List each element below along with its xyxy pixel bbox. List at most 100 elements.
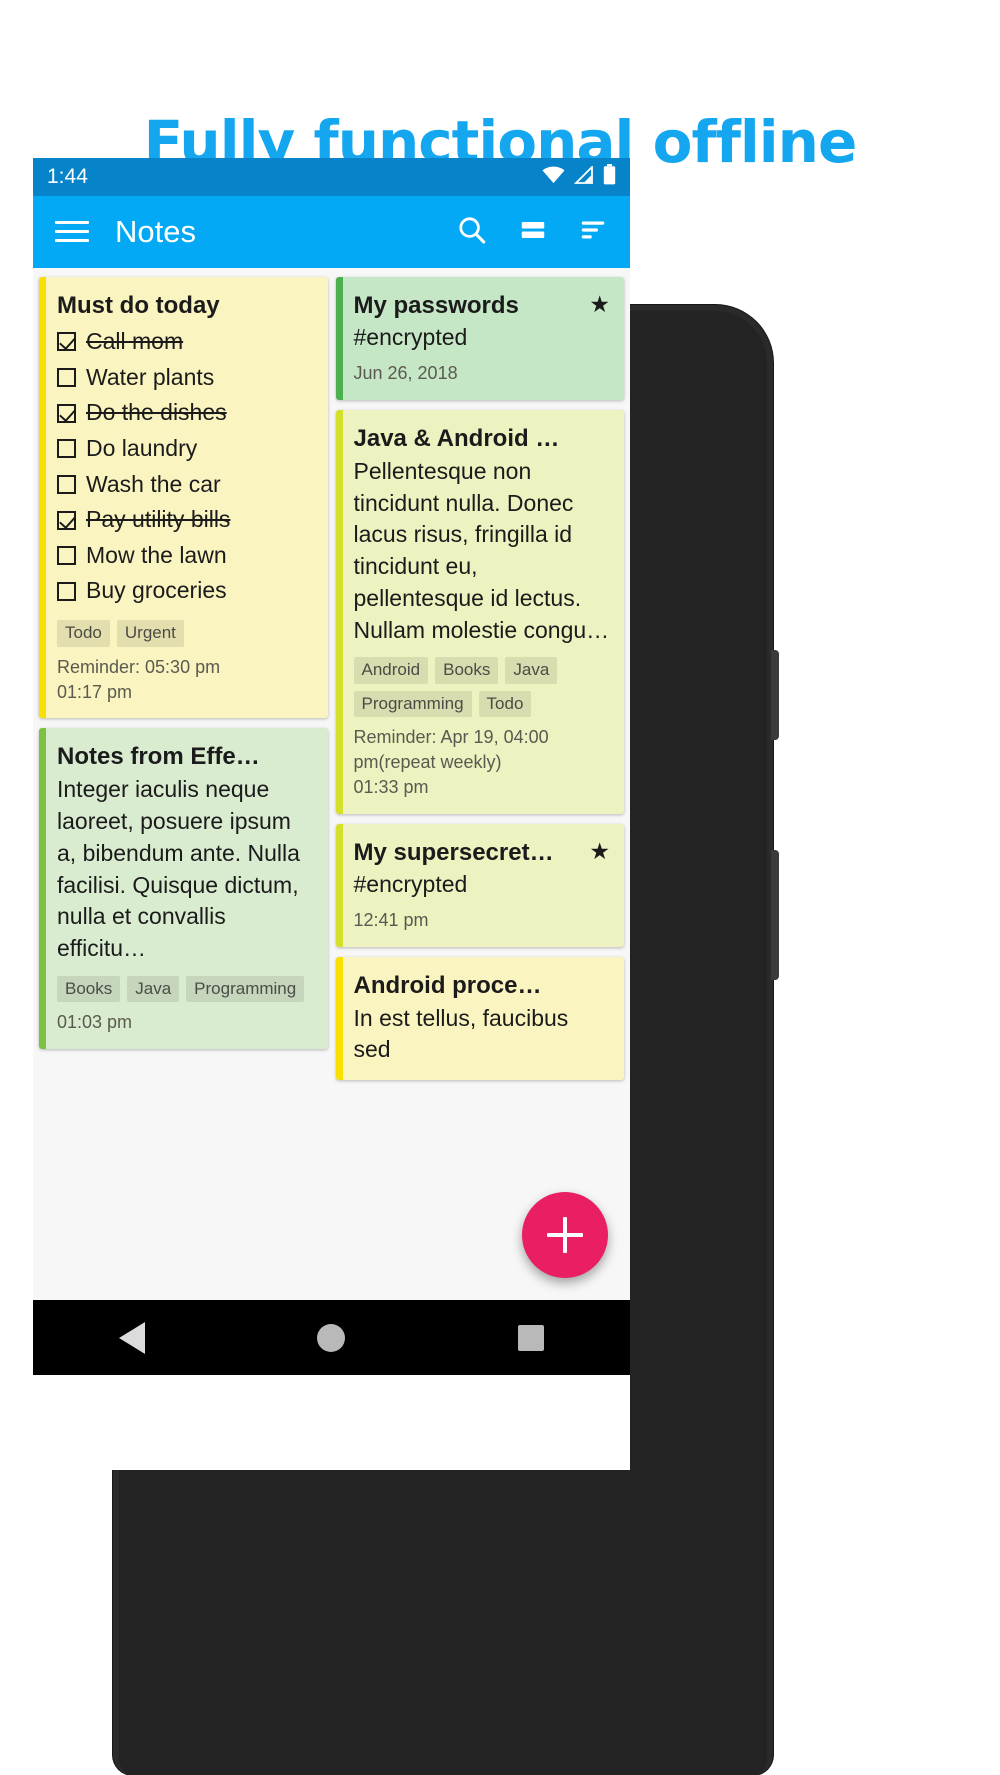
note-color-stripe	[335, 409, 343, 814]
tag-chip[interactable]: Programming	[186, 975, 305, 1003]
note-subtitle: #encrypted	[353, 870, 468, 897]
note-title: Android proce…	[353, 971, 542, 999]
note-timestamp: 01:17 pm	[57, 681, 133, 702]
checklist-item[interactable]: Wash the car	[57, 467, 314, 503]
note-header: Notes from Effe…	[57, 742, 314, 772]
note-tags: Todo Urgent	[57, 620, 314, 647]
notes-column-left: Must do today Call mom Water plants Do t…	[39, 277, 328, 1300]
add-note-fab[interactable]	[522, 1192, 608, 1278]
checkbox-icon[interactable]	[57, 367, 76, 387]
note-reminder: Reminder: 05:30 pm	[57, 656, 221, 677]
note-card[interactable]: Must do today Call mom Water plants Do t…	[39, 277, 328, 719]
note-card[interactable]: My supersecret… ★ #encrypted 12:41 pm	[335, 823, 624, 947]
note-card[interactable]: My passwords ★ #encrypted Jun 26, 2018	[335, 277, 624, 400]
note-reminder: Reminder: Apr 19, 04:00 pm(repeat weekly…	[353, 727, 549, 773]
checklist-item[interactable]: Pay utility bills	[57, 502, 314, 538]
android-nav-bar	[33, 1300, 630, 1375]
note-card[interactable]: Android proce… In est tellus, faucibus s…	[335, 956, 624, 1081]
note-color-stripe	[39, 728, 46, 1050]
note-title: Must do today	[57, 292, 220, 319]
checklist-label: Wash the car	[86, 470, 221, 497]
checklist-item[interactable]: Mow the lawn	[57, 538, 314, 574]
checklist-label: Call mom	[86, 328, 184, 354]
note-timestamp: 12:41 pm	[353, 909, 429, 930]
wifi-icon	[542, 166, 565, 189]
plus-icon	[547, 1217, 583, 1253]
checklist-label: Do laundry	[86, 434, 198, 461]
back-triangle-icon[interactable]	[119, 1321, 146, 1354]
tag-chip[interactable]: Books	[57, 975, 121, 1003]
note-timestamp: Jun 26, 2018	[353, 363, 458, 384]
notes-column-right: My passwords ★ #encrypted Jun 26, 2018 J…	[335, 277, 624, 1300]
tag-chip[interactable]: Java	[127, 975, 180, 1003]
checklist-label: Water plants	[86, 363, 215, 390]
checklist-item[interactable]: Water plants	[57, 360, 314, 396]
note-tags: Android Books Java Programming Todo	[353, 657, 611, 718]
note-card[interactable]: Notes from Effe… Integer iaculis neque l…	[39, 728, 328, 1050]
checklist-item[interactable]: Call mom	[57, 324, 314, 360]
note-color-stripe	[335, 277, 343, 400]
note-timestamp: 01:33 pm	[353, 777, 429, 798]
checklist-label: Mow the lawn	[86, 541, 227, 568]
phone-volume-button[interactable]	[771, 650, 779, 740]
note-color-stripe	[335, 823, 343, 947]
tag-chip[interactable]: Java	[505, 657, 558, 684]
tag-chip[interactable]: Todo	[57, 620, 110, 647]
tag-chip[interactable]: Android	[353, 657, 429, 684]
note-header: My supersecret… ★	[354, 838, 611, 868]
note-title: My supersecret…	[353, 838, 554, 866]
checkbox-checked-icon[interactable]	[57, 403, 76, 423]
status-bar: 1:44	[33, 158, 630, 196]
note-header: Must do today	[57, 291, 314, 321]
phone-screen: 1:44 Notes Must do today Call mom Water …	[33, 158, 630, 1300]
note-subtitle: #encrypted	[353, 324, 468, 350]
checklist-item[interactable]: Do laundry	[57, 431, 314, 467]
status-icon-group	[542, 164, 616, 190]
star-icon[interactable]: ★	[589, 293, 610, 316]
checklist-item[interactable]: Buy groceries	[57, 573, 314, 609]
checkbox-checked-icon[interactable]	[57, 510, 76, 530]
sort-icon[interactable]	[578, 215, 608, 250]
checklist-label: Pay utility bills	[86, 506, 231, 533]
signal-icon	[573, 164, 594, 189]
note-header: Java & Android …	[354, 424, 611, 454]
note-color-stripe	[335, 956, 343, 1081]
note-color-stripe	[39, 277, 46, 719]
tag-chip[interactable]: Programming	[353, 690, 472, 718]
checkbox-icon[interactable]	[57, 546, 76, 566]
app-bar-actions	[456, 214, 614, 251]
note-header: My passwords ★	[354, 291, 611, 321]
note-title: Notes from Effe…	[57, 743, 260, 771]
recents-square-icon[interactable]	[517, 1324, 544, 1351]
app-bar-title: Notes	[115, 214, 196, 249]
phone-power-button[interactable]	[771, 850, 779, 980]
tag-chip[interactable]: Urgent	[116, 620, 184, 647]
checklist-item[interactable]: Do the dishes	[57, 395, 314, 431]
note-title: My passwords	[353, 292, 519, 319]
note-header: Android proce…	[354, 971, 611, 1001]
note-body: In est tellus, faucibus sed	[353, 1004, 569, 1063]
checkbox-checked-icon[interactable]	[57, 332, 76, 352]
checklist-label: Do the dishes	[86, 399, 227, 426]
note-timestamp: 01:03 pm	[57, 1012, 133, 1033]
note-title: Java & Android …	[353, 424, 560, 452]
notes-list[interactable]: Must do today Call mom Water plants Do t…	[33, 268, 630, 1300]
note-checklist[interactable]: Call mom Water plants Do the dishes Do l…	[57, 324, 314, 609]
note-body: Integer iaculis neque laoreet, posuere i…	[57, 776, 300, 961]
note-card[interactable]: Java & Android … Pellentesque non tincid…	[335, 409, 624, 814]
home-circle-icon[interactable]	[317, 1323, 346, 1352]
hamburger-menu-icon[interactable]	[55, 220, 89, 244]
star-icon[interactable]: ★	[589, 839, 610, 863]
phone-bottom-area	[33, 1375, 630, 1470]
tag-chip[interactable]: Books	[435, 657, 499, 684]
checkbox-icon[interactable]	[57, 439, 76, 459]
battery-icon	[603, 164, 616, 190]
search-icon[interactable]	[456, 214, 488, 251]
app-bar: Notes	[33, 196, 630, 268]
layout-view-icon[interactable]	[518, 215, 548, 250]
tag-chip[interactable]: Todo	[478, 690, 532, 718]
checkbox-icon[interactable]	[57, 581, 76, 601]
note-body: Pellentesque non tincidunt nulla. Donec …	[353, 457, 610, 643]
checklist-label: Buy groceries	[86, 577, 227, 604]
checkbox-icon[interactable]	[57, 474, 76, 494]
